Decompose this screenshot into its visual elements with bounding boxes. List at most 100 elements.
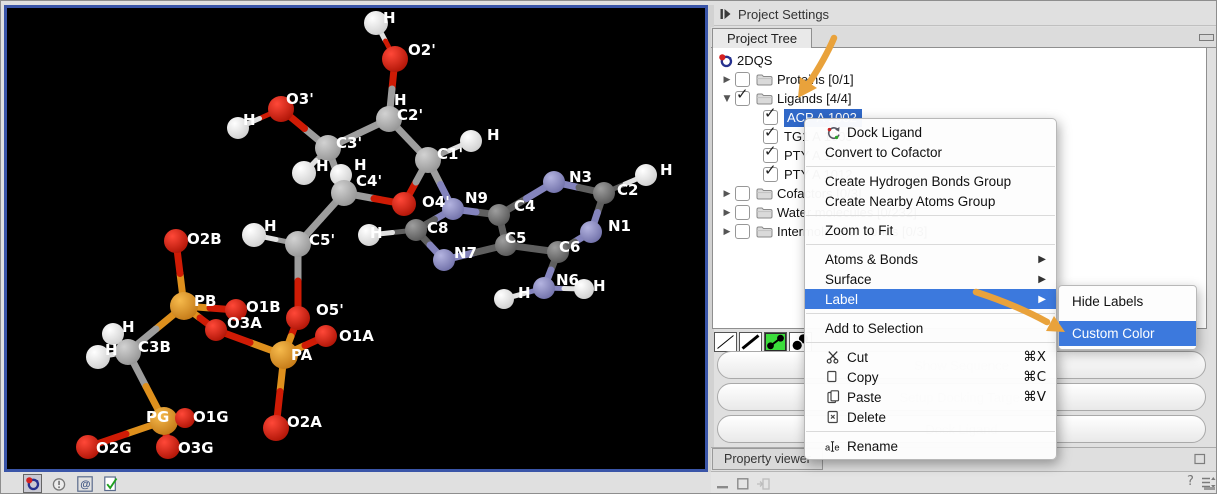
menu-item-create-nearby-atoms-group[interactable]: Create Nearby Atoms Group <box>805 191 1056 211</box>
atom-label: PB <box>194 292 216 310</box>
tree-checkbox[interactable] <box>735 186 750 201</box>
disclosure-collapsed-icon[interactable]: ▶ <box>719 189 735 199</box>
resize-grip[interactable] <box>1204 487 1215 490</box>
atom-label: H <box>264 217 277 235</box>
copy-icon <box>825 370 841 384</box>
atom-label: O1A <box>339 327 374 345</box>
atom-label: H <box>122 318 135 336</box>
atom-label: O4' <box>422 193 450 211</box>
menu-item-cut[interactable]: Cut⌘X <box>805 347 1056 367</box>
timer-icon[interactable] <box>49 474 68 493</box>
list-options-icon[interactable] <box>1201 476 1216 494</box>
atom-label: C5 <box>505 229 526 247</box>
tab-project-tree[interactable]: Project Tree <box>712 28 812 48</box>
page-icon[interactable] <box>1194 452 1206 470</box>
atom-label: H <box>243 111 256 129</box>
menu-item-paste[interactable]: Paste⌘V <box>805 387 1056 407</box>
atom-N7 <box>433 249 455 271</box>
menu-shortcut: ⌘X <box>1023 349 1046 365</box>
menu-item-label: Create Nearby Atoms Group <box>825 194 995 209</box>
molecule-view-icon[interactable] <box>23 474 42 493</box>
disclosure-collapsed-icon[interactable]: ▶ <box>719 75 735 85</box>
project-settings-header: Project Settings <box>714 3 1216 26</box>
atom-label: C2 <box>617 181 638 199</box>
menu-item-convert-to-cofactor[interactable]: Convert to Cofactor <box>805 142 1056 162</box>
delete-icon <box>825 410 841 424</box>
minimize-panel-button[interactable] <box>1199 34 1214 41</box>
help-button[interactable]: ? <box>1187 474 1194 489</box>
tree-item-root[interactable]: 2DQS <box>713 51 1206 70</box>
atom-O2B <box>164 229 188 253</box>
molecule-viewer[interactable]: HO2'HC2'O3'HC3'C1'HO4'N9C4N3C2HN1C5C6N7C… <box>4 5 708 472</box>
disclosure-collapsed-icon[interactable]: ▶ <box>719 208 735 218</box>
tree-checkbox[interactable]: ✓ <box>763 167 778 182</box>
atom-label: H <box>316 157 329 175</box>
wireframe-button[interactable] <box>714 332 737 352</box>
menu-item-label: Surface <box>825 272 872 287</box>
svg-text:a: a <box>825 441 831 452</box>
menu-item-label[interactable]: Label▶ <box>805 289 1056 309</box>
tree-checkbox[interactable]: ✓ <box>735 91 750 106</box>
folder-icon <box>756 73 773 86</box>
tree-checkbox[interactable] <box>735 224 750 239</box>
new-page-icon[interactable] <box>737 477 749 494</box>
menu-separator <box>806 313 1055 314</box>
atom-label: N3 <box>569 168 592 186</box>
atom-label: O3' <box>286 90 314 108</box>
atom-label: O2A <box>287 413 322 431</box>
rename-icon: ae <box>825 440 841 453</box>
collapse-panel-icon[interactable] <box>720 9 731 19</box>
atom-label: PA <box>291 346 313 364</box>
menu-item-label: Zoom to Fit <box>825 223 893 238</box>
menu-item-zoom-to-fit[interactable]: Zoom to Fit <box>805 220 1056 240</box>
collapse-all-icon[interactable] <box>717 477 729 494</box>
disclosure-collapsed-icon[interactable]: ▶ <box>719 227 735 237</box>
menu-item-create-hydrogen-bonds-group[interactable]: Create Hydrogen Bonds Group <box>805 171 1056 191</box>
tree-item-proteins[interactable]: ▶Proteins [0/1] <box>713 70 1206 89</box>
atom-HN1 <box>494 289 514 309</box>
panel-status-bar <box>711 471 1217 494</box>
atom-label: C3' <box>336 134 362 152</box>
atom-label: N6 <box>556 271 579 289</box>
atom-label: N1 <box>608 217 631 235</box>
menu-item-label: Dock Ligand <box>847 125 922 140</box>
menu-separator <box>806 342 1055 343</box>
submenu-arrow-icon: ▶ <box>1038 274 1046 285</box>
menu-item-dock-ligand[interactable]: Dock Ligand <box>805 122 1056 142</box>
atom-label: PG <box>146 408 169 426</box>
check-mark: ✓ <box>736 85 749 103</box>
menu-item-surface[interactable]: Surface ▶ <box>805 269 1056 289</box>
molecule-render: HO2'HC2'O3'HC3'C1'HO4'N9C4N3C2HN1C5C6N7C… <box>7 8 705 469</box>
tree-item-ligands[interactable]: ▼✓Ligands [4/4] <box>713 89 1206 108</box>
menu-item-delete[interactable]: Delete <box>805 407 1056 427</box>
menu-shortcut: ⌘V <box>1023 389 1046 405</box>
menu-item-atoms-bonds[interactable]: Atoms & Bonds▶ <box>805 249 1056 269</box>
dock-window-icon[interactable] <box>757 477 770 494</box>
menu-item-rename[interactable]: aeRename <box>805 436 1056 456</box>
atom-N6 <box>533 277 555 299</box>
sticks-button[interactable] <box>739 332 762 352</box>
menu-item-copy[interactable]: Copy⌘C <box>805 367 1056 387</box>
scissors-icon <box>825 350 841 364</box>
submenu-item-label: Custom Color <box>1072 326 1155 341</box>
menu-item-label: Add to Selection <box>825 321 923 336</box>
check-mark: ✓ <box>764 142 777 160</box>
atom-O5' <box>286 306 310 330</box>
submenu-item-custom-color[interactable]: Custom Color <box>1059 321 1196 346</box>
atom-O2A <box>263 415 289 441</box>
svg-text:e: e <box>834 441 839 452</box>
disclosure-expanded-icon[interactable]: ▼ <box>719 94 735 104</box>
atom-O3G <box>156 435 180 459</box>
tree-checkbox[interactable] <box>735 205 750 220</box>
atom-label: C5' <box>309 231 335 249</box>
menu-item-add-to-selection[interactable]: Add to Selection <box>805 318 1056 338</box>
checklist-icon[interactable] <box>101 474 120 493</box>
at-sign-icon[interactable]: @ <box>75 474 94 493</box>
atom-label: H <box>518 284 531 302</box>
submenu-arrow-icon: ▶ <box>1038 254 1046 265</box>
ball-and-stick-button[interactable] <box>764 332 787 352</box>
menu-separator <box>806 244 1055 245</box>
atom-label: O5' <box>316 301 344 319</box>
atom-label: O1G <box>193 408 229 426</box>
submenu-item-hide-labels[interactable]: Hide Labels <box>1059 289 1196 314</box>
